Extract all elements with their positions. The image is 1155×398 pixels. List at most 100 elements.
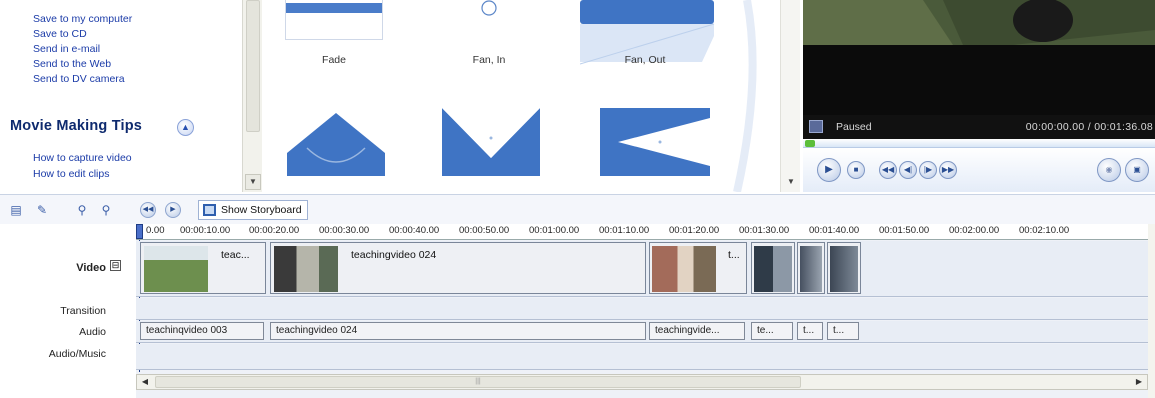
capture-video-tip-link[interactable]: How to capture video: [0, 150, 132, 166]
audio-clip[interactable]: t...: [827, 322, 859, 340]
ruler-tick: 00:01:20.00: [669, 225, 720, 236]
video-clip[interactable]: [751, 242, 795, 294]
video-clip[interactable]: [797, 242, 825, 294]
clip-thumbnail: [754, 246, 792, 292]
video-clip[interactable]: t...: [649, 242, 747, 294]
audio-clip[interactable]: teachinqvideo 003: [140, 322, 264, 340]
audio-track[interactable]: teachinqvideo 003 teachingvideo 024 teac…: [136, 321, 1148, 343]
zoom-in-icon[interactable]: ⚲: [74, 202, 90, 218]
scroll-down-icon[interactable]: ▼: [245, 174, 261, 190]
save-to-cd-link[interactable]: Save to CD: [0, 27, 132, 42]
narrate-microphone-icon[interactable]: ✎: [34, 202, 50, 218]
transition-fan-out-label: Fan, Out: [624, 54, 666, 66]
show-storyboard-button[interactable]: Show Storyboard: [198, 200, 308, 220]
audio-clip[interactable]: teachingvide...: [649, 322, 745, 340]
clip-thumbnail: [274, 246, 338, 292]
forward-button-icon[interactable]: ▶▶: [939, 161, 957, 179]
zoom-out-icon[interactable]: ⚲: [98, 202, 114, 218]
ruler-tick: 00:00:50.00: [459, 225, 510, 236]
transition-fan-in-thumbnail[interactable]: [440, 0, 538, 40]
selection-glow-graphic: [733, 0, 757, 192]
transitions-collection: Fade Fan, In Fan, Out ▼: [262, 0, 800, 192]
collection-scrollbar[interactable]: ▼: [780, 0, 800, 192]
time-ruler[interactable]: 0.00 00:00:10.00 00:00:20.00 00:00:30.00…: [136, 224, 1148, 240]
scrollbar-thumb[interactable]: [246, 0, 260, 132]
clip-title: teachingvideo 024: [351, 249, 437, 261]
playback-status-bar: Paused 00:00:00.00 / 00:01:36.08: [803, 115, 1155, 139]
video-clip[interactable]: teac...: [140, 242, 266, 294]
seek-handle[interactable]: [805, 140, 815, 147]
audio-track-label: Audio: [79, 326, 106, 338]
play-timeline-icon[interactable]: ▶: [165, 202, 181, 218]
clip-thumbnail: [800, 246, 822, 292]
next-frame-button-icon[interactable]: |▶: [919, 161, 937, 179]
expand-video-track-icon[interactable]: ⊟: [110, 260, 121, 271]
video-track[interactable]: teac... teachingvideo 024 t...: [136, 241, 1148, 297]
seek-bar[interactable]: [803, 139, 1155, 148]
transition-fade-label: Fade: [322, 54, 346, 66]
clip-monitor-icon: [809, 120, 823, 133]
back-button-icon[interactable]: ◀◀: [879, 161, 897, 179]
preview-monitor: Paused 00:00:00.00 / 00:01:36.08 ▶ ■ ◀◀ …: [800, 0, 1155, 192]
transition-fan-out-thumbnail[interactable]: [580, 0, 715, 92]
clip-thumbnail: [652, 246, 716, 292]
transition-thumbnail-row2-2[interactable]: [442, 108, 540, 176]
stop-button-icon[interactable]: ■: [847, 161, 865, 179]
ruler-tick: 00:02:00.00: [949, 225, 1000, 236]
clip-thumbnail: [830, 246, 858, 292]
task-pane: Save to my computer Save to CD Send in e…: [0, 0, 262, 192]
rewind-timeline-icon[interactable]: ◀◀: [140, 202, 156, 218]
send-in-email-link[interactable]: Send in e-mail: [0, 42, 132, 57]
audio-music-track[interactable]: [136, 344, 1148, 370]
transition-fade-thumbnail[interactable]: [285, 0, 383, 40]
playback-time: 00:00:00.00 / 00:01:36.08: [1025, 121, 1153, 133]
video-track-label: Video: [76, 262, 106, 274]
timeline-vertical-scrollbar[interactable]: [1148, 224, 1155, 398]
video-clip[interactable]: teachingvideo 024: [270, 242, 646, 294]
task-pane-scrollbar[interactable]: ▼: [242, 0, 262, 192]
send-to-dv-camera-link[interactable]: Send to DV camera: [0, 72, 132, 87]
play-button-icon[interactable]: ▶: [817, 158, 841, 182]
player-controls: ▶ ■ ◀◀ ◀| |▶ ▶▶ ◉ ▣: [803, 148, 1155, 192]
send-to-web-link[interactable]: Send to the Web: [0, 57, 132, 72]
take-picture-button-icon[interactable]: ▣: [1125, 158, 1149, 182]
scroll-left-icon[interactable]: ◀: [137, 375, 153, 389]
ruler-tick: 00:00:10.00: [180, 225, 231, 236]
clip-title: teac...: [221, 249, 250, 261]
ruler-tick: 00:01:40.00: [809, 225, 860, 236]
ruler-tick: 00:00:30.00: [319, 225, 370, 236]
transition-thumbnail-row2-3[interactable]: [600, 108, 710, 176]
video-clip[interactable]: [827, 242, 861, 294]
collapse-chevron-icon[interactable]: ▲: [177, 119, 194, 136]
storyboard-icon: [203, 204, 216, 216]
audio-music-track-label: Audio/Music: [48, 348, 106, 360]
set-audio-levels-icon[interactable]: ▤: [8, 202, 24, 218]
previous-frame-button-icon[interactable]: ◀|: [899, 161, 917, 179]
edit-clips-tip-link[interactable]: How to edit clips: [0, 166, 132, 182]
timeline: Video ⊟ Transition Audio Audio/Music 0.0…: [0, 224, 1155, 398]
scrollbar-thumb[interactable]: |||: [155, 376, 801, 388]
transition-thumbnail-row2-1[interactable]: [287, 108, 385, 176]
ruler-tick: 00:01:00.00: [529, 225, 580, 236]
timeline-toolbar: ▤ ✎ ⚲ ⚲ ◀◀ ▶ Show Storyboard: [0, 194, 1155, 224]
ruler-tick: 0.00: [146, 225, 165, 236]
video-preview-screen: [803, 0, 1155, 115]
ruler-tick: 00:01:30.00: [739, 225, 790, 236]
scroll-down-icon[interactable]: ▼: [783, 174, 799, 190]
transition-track[interactable]: [136, 298, 1148, 320]
audio-clip[interactable]: teachingvideo 024: [270, 322, 646, 340]
finish-movie-links: Save to my computer Save to CD Send in e…: [0, 12, 132, 87]
timeline-horizontal-scrollbar[interactable]: ◀ ||| ▶: [136, 374, 1148, 390]
scroll-right-icon[interactable]: ▶: [1131, 375, 1147, 389]
track-labels: Video ⊟ Transition Audio Audio/Music: [0, 224, 136, 398]
audio-clip[interactable]: t...: [797, 322, 823, 340]
split-clip-button-icon[interactable]: ◉: [1097, 158, 1121, 182]
transition-fan-in-label: Fan, In: [472, 54, 506, 66]
transition-track-label: Transition: [60, 305, 106, 317]
ruler-tick: 00:01:10.00: [599, 225, 650, 236]
movie-making-tips-heading[interactable]: Movie Making Tips: [10, 118, 142, 134]
playhead-handle[interactable]: [136, 224, 143, 239]
save-to-computer-link[interactable]: Save to my computer: [0, 12, 132, 27]
audio-clip[interactable]: te...: [751, 322, 793, 340]
playback-status: Paused: [836, 121, 872, 133]
